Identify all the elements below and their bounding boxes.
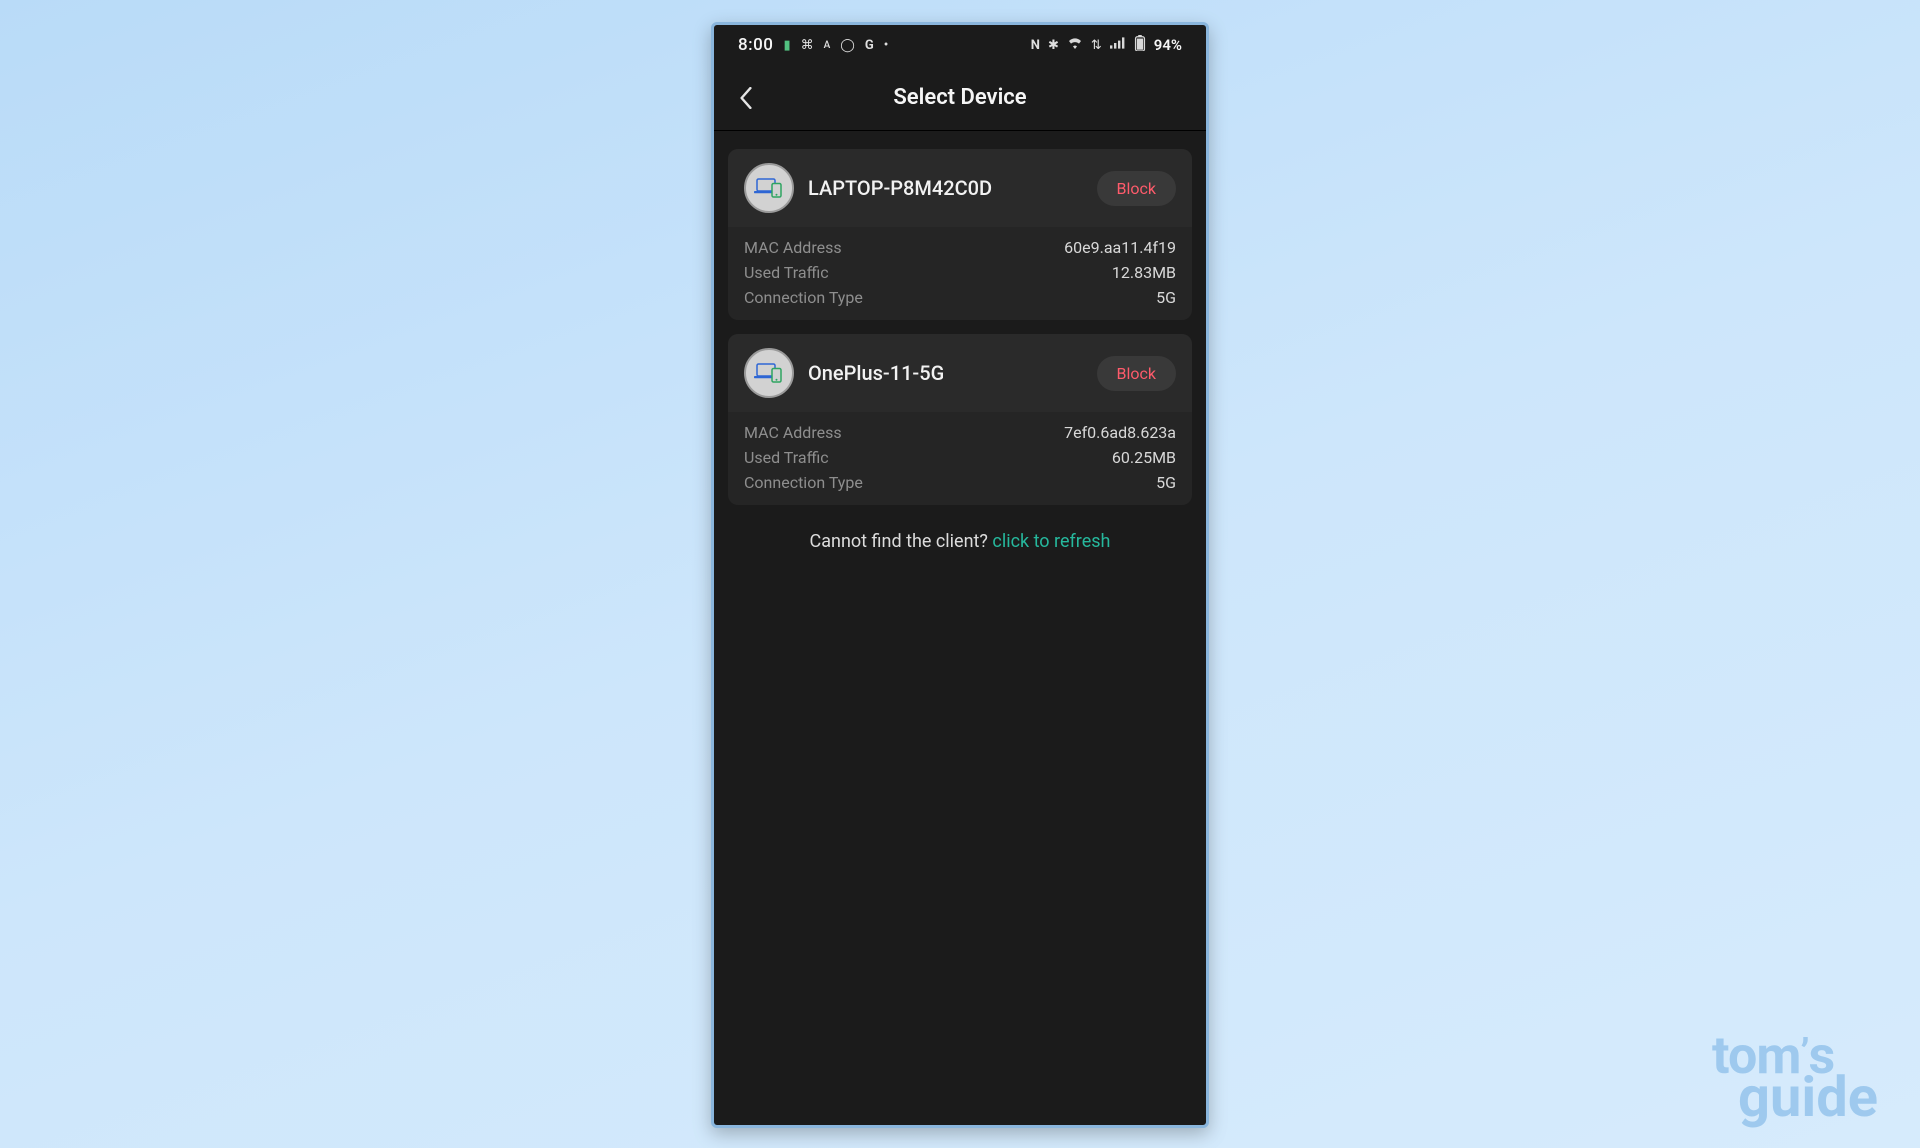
battery-icon [1134, 35, 1146, 55]
refresh-line: Cannot find the client? click to refresh [728, 531, 1192, 552]
page-title: Select Device [893, 85, 1026, 110]
data-icon: ⇅ [1091, 38, 1102, 53]
refresh-prompt: Cannot find the client? [810, 531, 993, 552]
page-header: Select Device [714, 65, 1206, 131]
traffic-label: Used Traffic [744, 448, 829, 467]
device-type-icon [744, 348, 794, 398]
device-name: LAPTOP-P8M42C0D [808, 176, 1083, 200]
device-details: MAC Address 60e9.aa11.4f19 Used Traffic … [728, 227, 1192, 320]
device-row[interactable]: OnePlus-11-5G Block [728, 334, 1192, 412]
mac-label: MAC Address [744, 238, 842, 257]
status-group-icon: ⌘ [801, 38, 814, 53]
device-card: LAPTOP-P8M42C0D Block MAC Address 60e9.a… [728, 149, 1192, 320]
conn-label: Connection Type [744, 473, 863, 492]
back-button[interactable] [732, 84, 760, 112]
status-shield-icon: ◯ [840, 38, 855, 53]
traffic-value: 60.25MB [1112, 448, 1176, 467]
battery-percent: 94% [1154, 36, 1182, 54]
nfc-icon: N [1031, 38, 1040, 53]
status-clock: 8:00 [738, 35, 773, 55]
mac-label: MAC Address [744, 423, 842, 442]
conn-value: 5G [1156, 288, 1176, 307]
watermark-logo: tom’s guide [1712, 1036, 1878, 1120]
device-name: OnePlus-11-5G [808, 361, 1083, 385]
phone-frame: 8:00 ▮ ⌘ A ◯ G • N ✱ ⇅ 94% [711, 22, 1209, 1128]
refresh-link[interactable]: click to refresh [992, 531, 1110, 552]
device-type-icon [744, 163, 794, 213]
block-button[interactable]: Block [1097, 171, 1176, 206]
device-card: OnePlus-11-5G Block MAC Address 7ef0.6ad… [728, 334, 1192, 505]
device-list: LAPTOP-P8M42C0D Block MAC Address 60e9.a… [714, 131, 1206, 552]
conn-label: Connection Type [744, 288, 863, 307]
status-dot-icon: • [884, 38, 889, 53]
device-row[interactable]: LAPTOP-P8M42C0D Block [728, 149, 1192, 227]
watermark-line2: guide [1738, 1076, 1878, 1120]
traffic-label: Used Traffic [744, 263, 829, 282]
status-notif-icon: ▮ [783, 38, 790, 53]
device-details: MAC Address 7ef0.6ad8.623a Used Traffic … [728, 412, 1192, 505]
signal-icon [1110, 37, 1126, 53]
conn-value: 5G [1156, 473, 1176, 492]
status-google-icon: G [865, 38, 874, 53]
mac-value: 60e9.aa11.4f19 [1064, 238, 1176, 257]
wifi-icon [1067, 37, 1083, 53]
traffic-value: 12.83MB [1112, 263, 1176, 282]
mac-value: 7ef0.6ad8.623a [1064, 423, 1176, 442]
block-button[interactable]: Block [1097, 356, 1176, 391]
bluetooth-icon: ✱ [1048, 38, 1059, 53]
status-sync-icon: A [824, 40, 831, 51]
status-bar: 8:00 ▮ ⌘ A ◯ G • N ✱ ⇅ 94% [714, 25, 1206, 65]
